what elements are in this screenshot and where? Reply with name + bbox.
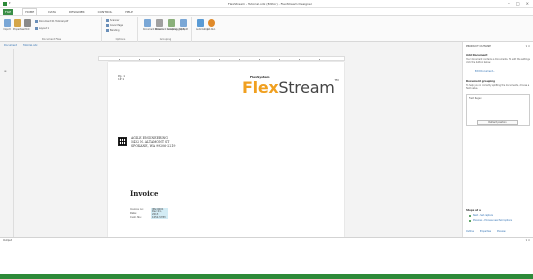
document-page[interactable]: Pg. 1 1P 1 FlexSystem FlexStreamTM AGILE… <box>108 62 344 237</box>
ruler-tick <box>139 59 140 60</box>
invoice-details: Invoice no: INV-0001 Date: Dec 01, 2013 … <box>130 207 168 219</box>
scanner-icon <box>106 19 109 22</box>
document-wizard-button[interactable]: Document Wizard <box>143 19 163 31</box>
ribbon-group-grouping: Document Wizard Document Grouping Combin… <box>140 17 192 42</box>
combine-icon <box>167 19 175 27</box>
doc-tab-tutorial[interactable]: Tutorial.odx <box>23 44 38 47</box>
import-button[interactable]: Import <box>3 19 11 31</box>
banding-option[interactable]: Banding <box>106 29 119 32</box>
ribbon-tabs: FILE HOME DATA DESIGNER CONTROL HELP <box>0 8 533 15</box>
doc-tab-document[interactable]: Document <box>4 44 17 47</box>
flexstream-logo: FlexStreamTM <box>242 78 339 97</box>
step-dot-icon <box>469 214 471 217</box>
minimize-button[interactable]: – <box>508 1 510 6</box>
previous-step-option[interactable]: Previous - Process new field options <box>469 219 512 222</box>
tab-help[interactable]: HELP <box>123 9 135 15</box>
tab-preview[interactable]: Preview <box>497 230 506 233</box>
pane-footer-tabs: Outline Properties Preview <box>466 230 506 233</box>
job-split-button[interactable]: Job Split <box>179 19 188 31</box>
automation-icon <box>196 19 204 27</box>
output-panel: Output ▾ ✕ <box>0 237 533 279</box>
steps-heading: Steps at a <box>466 209 481 212</box>
cover-page-icon <box>106 24 109 27</box>
ribbon-group-document: Import Properties Print Document 01 Tuto… <box>2 17 102 42</box>
ribbon-group-run: Automation Job Run <box>194 17 220 42</box>
ruler-tick <box>159 59 160 60</box>
layout-select[interactable]: Layout 1 <box>35 27 49 30</box>
next-step-option[interactable]: Next - Set capture <box>469 214 493 217</box>
ruler-tick <box>199 59 200 60</box>
left-gutter: ≡ <box>0 49 14 237</box>
job-run-button[interactable]: Job Run <box>207 19 215 31</box>
automation-button[interactable]: Automation <box>196 19 209 31</box>
scanner-option[interactable]: Scanner <box>106 19 119 22</box>
ruler-tick <box>239 59 240 60</box>
group-label-document: Document Files <box>41 38 62 41</box>
horizontal-ruler[interactable] <box>98 56 345 61</box>
grouping-text: To help you in correctly splitting the d… <box>466 84 530 90</box>
window-controls: – □ × <box>508 1 529 6</box>
tab-properties[interactable]: Properties <box>480 230 491 233</box>
address-block: AGILE ENGINEERING 5432 N. ALTAMONT ST SP… <box>131 136 176 148</box>
document-tabs: Document Tutorial.odx <box>0 43 462 48</box>
barcode-icon <box>118 137 127 146</box>
status-bar <box>0 274 533 279</box>
layout-icon <box>35 27 38 30</box>
document-grouping-button[interactable]: Document Grouping <box>155 19 177 31</box>
edit-document-link[interactable]: Edit Document... <box>475 70 495 73</box>
invoice-row: Cust. No.: 1052-5783 <box>130 215 168 219</box>
ruler-tick <box>299 59 300 60</box>
ruler-tick <box>259 59 260 60</box>
tab-outline[interactable]: Outline <box>466 230 474 233</box>
ruler-tick <box>119 59 120 60</box>
ribbon-group-options: Scanner Cover Page Banding Options <box>104 17 138 42</box>
print-icon <box>23 19 31 27</box>
ribbon: Import Properties Print Document 01 Tuto… <box>0 15 533 42</box>
run-icon <box>207 19 215 27</box>
add-document-text: Your document contains a Documents. To e… <box>466 58 530 64</box>
ruler-tick <box>179 59 180 60</box>
grouping-heading: Document grouping <box>466 80 495 83</box>
properties-icon <box>13 19 21 27</box>
grouping-icon <box>155 19 163 27</box>
file-icon <box>35 20 38 23</box>
tab-control[interactable]: CONTROL <box>96 9 115 15</box>
quick-access-toolbar[interactable]: ▾ <box>9 2 15 5</box>
pane-title: PRODUCT OUTLINE <box>466 45 491 48</box>
ruler-tick <box>319 59 320 60</box>
wizard-icon <box>143 19 151 27</box>
banding-icon <box>106 29 109 32</box>
document-file-select[interactable]: Document 01 Tutorial.pdf <box>35 20 68 23</box>
step-dot-icon <box>469 219 471 222</box>
tab-data[interactable]: DATA <box>46 9 58 15</box>
invoice-title: Invoice <box>130 189 159 198</box>
cover-page-option[interactable]: Cover Page <box>106 24 123 27</box>
group-label-grouping: Grouping <box>159 38 172 41</box>
close-button[interactable]: × <box>526 1 529 6</box>
add-document-heading: Add Document <box>466 54 488 57</box>
pane-close-icon[interactable]: ▾ ✕ <box>526 45 530 48</box>
product-outline-pane: PRODUCT OUTLINE ▾ ✕ Add Document Your do… <box>462 42 533 237</box>
default-position-button[interactable]: Default position <box>477 120 518 125</box>
tab-home[interactable]: HOME <box>22 8 38 15</box>
tab-designer[interactable]: DESIGNER <box>67 9 87 15</box>
window-title: FlexStream - Tutorial.odx (Editor) - Fle… <box>227 2 312 6</box>
split-icon <box>179 19 187 27</box>
gutter-marker-icon[interactable]: ≡ <box>4 69 7 73</box>
invoice-row: Date: Dec 01, 2013 <box>130 210 168 216</box>
ruler-tick <box>219 59 220 60</box>
print-button[interactable]: Print <box>23 19 31 31</box>
combining-split-button[interactable]: Combining Split <box>167 19 184 31</box>
title-bar: ▾ FlexStream - Tutorial.odx (Editor) - F… <box>0 0 533 8</box>
output-title: Output <box>3 239 13 242</box>
group-label-options: Options <box>115 38 126 41</box>
output-close-icon[interactable]: ▾ ✕ <box>526 239 530 242</box>
tab-file[interactable]: FILE <box>3 8 14 15</box>
properties-button[interactable]: Properties <box>13 19 24 31</box>
maximize-button[interactable]: □ <box>516 1 520 6</box>
ruler-tick <box>279 59 280 60</box>
page-number: Pg. 1 1P 1 <box>118 74 126 81</box>
import-icon <box>3 19 11 27</box>
app-icon <box>3 2 7 6</box>
